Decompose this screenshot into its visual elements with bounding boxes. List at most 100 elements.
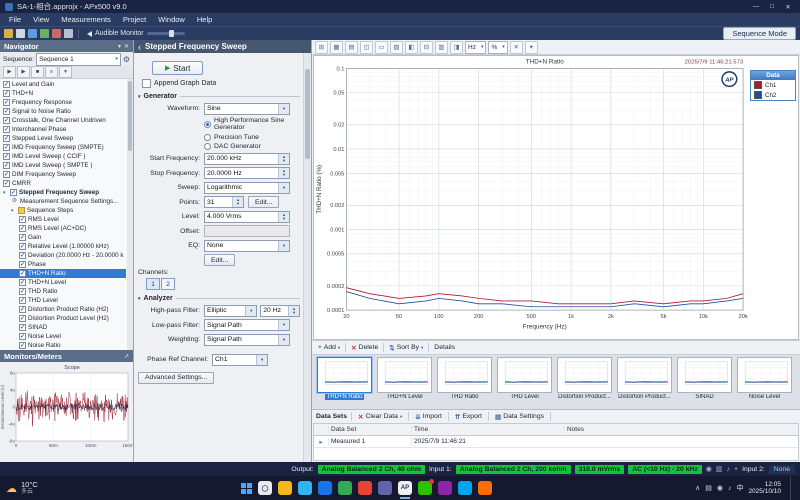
taskbar-app-icon-10[interactable]: [458, 481, 472, 495]
tree-item[interactable]: ✓Noise Level: [0, 332, 126, 341]
menu-file[interactable]: File: [3, 14, 27, 25]
low-pass-filter-select[interactable]: Signal Path ▾: [204, 319, 290, 331]
spinner-down-icon[interactable]: ▾: [293, 311, 295, 315]
checkbox[interactable]: ✓: [19, 243, 26, 250]
taskbar-app-icon-2[interactable]: [298, 481, 312, 495]
statusbar-icon-2[interactable]: ♪: [726, 466, 730, 473]
spinner-down-icon[interactable]: ▾: [237, 202, 239, 206]
tree-scrollbar[interactable]: [127, 79, 133, 350]
taskbar-app-icon-11[interactable]: [478, 481, 492, 495]
expander-icon[interactable]: ▾: [3, 190, 8, 196]
tree-item[interactable]: ✓CMRR: [0, 179, 126, 188]
tree-item[interactable]: ⚙Measurement Sequence Settings...: [0, 197, 126, 206]
tray-icon-1[interactable]: ▤: [705, 484, 712, 492]
toolbar-icon-0[interactable]: [4, 29, 13, 38]
generator-section-header[interactable]: ▾ Generator: [138, 93, 300, 100]
checkbox[interactable]: ✓: [19, 270, 26, 277]
checkbox[interactable]: ✓: [19, 261, 26, 268]
weather-widget[interactable]: ☁ 10°C 多云: [6, 481, 38, 496]
tree-item[interactable]: ✓THD Level: [0, 296, 126, 305]
checkbox[interactable]: ✓: [19, 279, 26, 286]
sweep-select[interactable]: Logarithmic ▾: [204, 182, 290, 194]
sort-by-button[interactable]: ⇅Sort By▾: [387, 344, 425, 352]
expander-icon[interactable]: ▾: [11, 208, 16, 214]
tree-item[interactable]: ✓THD+N Ratio: [0, 269, 126, 278]
eq-edit-button[interactable]: Edit...: [204, 254, 235, 266]
graph-thumbnail[interactable]: Noise Level: [736, 357, 793, 407]
toolbar-icon-1[interactable]: [16, 29, 25, 38]
channel-1-button[interactable]: 1: [146, 278, 160, 290]
import-button[interactable]: ⇊Import: [413, 413, 444, 421]
menu-measurements[interactable]: Measurements: [55, 14, 117, 25]
transport-button-1[interactable]: ▶: [17, 66, 30, 78]
phase-ref-channel-select[interactable]: Ch1 ▾: [212, 354, 268, 366]
legend-item[interactable]: Ch1: [751, 80, 795, 90]
toolbar-icon-5[interactable]: [64, 29, 73, 38]
tree-item[interactable]: ✓DIM Frequency Sweep: [0, 170, 126, 179]
advanced-settings-button[interactable]: Advanced Settings...: [138, 372, 214, 384]
checkbox[interactable]: ✓: [3, 180, 10, 187]
checkbox[interactable]: ✓: [19, 288, 26, 295]
checkbox[interactable]: ✓: [3, 153, 10, 160]
checkbox[interactable]: ✓: [3, 144, 10, 151]
taskbar-app-icon-0[interactable]: ◯: [258, 481, 272, 495]
tray-icon-0[interactable]: ∧: [695, 484, 700, 492]
tree-scrollbar-thumb[interactable]: [128, 81, 132, 151]
graph-tool-end-icon-0[interactable]: ✕: [510, 41, 523, 54]
spinner-down-icon[interactable]: ▾: [283, 159, 285, 163]
navigator-pin-icon[interactable]: ▾: [118, 43, 121, 50]
measurement-scrollbar[interactable]: [303, 53, 311, 462]
checkbox[interactable]: ✓: [3, 126, 10, 133]
tray-icon-2[interactable]: ◉: [717, 484, 723, 492]
header-cell-time[interactable]: Time: [411, 426, 564, 433]
data-settings-button[interactable]: ▤Data Settings: [493, 413, 546, 421]
start-button[interactable]: [241, 483, 252, 494]
transport-button-2[interactable]: ■: [31, 66, 44, 78]
menu-view[interactable]: View: [27, 14, 55, 25]
channel-2-button[interactable]: 2: [161, 278, 175, 290]
checkbox[interactable]: ✓: [19, 225, 26, 232]
checkbox[interactable]: ✓: [3, 135, 10, 142]
header-cell-notes[interactable]: Notes: [564, 426, 798, 433]
checkbox[interactable]: ✓: [3, 108, 10, 115]
tree-item[interactable]: ✓THD+N Level: [0, 278, 126, 287]
statusbar-icon-0[interactable]: ◉: [706, 465, 712, 473]
tree-item[interactable]: ✓THD+N: [0, 89, 126, 98]
dac-generator-radio[interactable]: [204, 143, 211, 150]
graph-tool-icon-4[interactable]: ▭: [375, 41, 388, 54]
tree-item[interactable]: ✓Interchannel Phase: [0, 125, 126, 134]
checkbox[interactable]: ✓: [3, 162, 10, 169]
tree-item[interactable]: ✓Crosstalk, One Channel Undriven: [0, 116, 126, 125]
sequence-settings-icon[interactable]: ⚙: [123, 55, 130, 64]
tree-item[interactable]: ▾✓Stepped Frequency Sweep: [0, 188, 126, 197]
graph-tool-icon-2[interactable]: ▤: [345, 41, 358, 54]
clear-data-button[interactable]: ✕Clear Data▾: [356, 413, 404, 421]
tree-item[interactable]: ✓Distortion Product Ratio (H2): [0, 305, 126, 314]
sequence-mode-button[interactable]: Sequence Mode: [723, 27, 796, 40]
graph-tool-end-icon-1[interactable]: ▾: [525, 41, 538, 54]
taskbar-app-icon-4[interactable]: [338, 481, 352, 495]
checkbox[interactable]: ✓: [3, 99, 10, 106]
tree-item[interactable]: ✓IMD Frequency Sweep (SMPTE): [0, 143, 126, 152]
high-performance-sine-radio[interactable]: [204, 121, 211, 128]
transport-button-0[interactable]: ▶: [3, 66, 16, 78]
precision-tune-radio[interactable]: [204, 134, 211, 141]
checkbox[interactable]: ✓: [19, 234, 26, 241]
taskbar-app-icon-7[interactable]: AP: [398, 481, 412, 495]
maximize-button[interactable]: □: [765, 3, 779, 11]
tree-item[interactable]: ✓Noise Ratio: [0, 341, 126, 350]
checkbox[interactable]: ✓: [3, 90, 10, 97]
add-button[interactable]: +Add▾: [316, 344, 342, 351]
volume-slider[interactable]: [147, 32, 185, 35]
tree-item[interactable]: ✓Stepped Level Sweep: [0, 134, 126, 143]
taskbar-app-icon-3[interactable]: [318, 481, 332, 495]
graph-tool-icon-8[interactable]: ▥: [435, 41, 448, 54]
graph-thumbnail[interactable]: Distortion Product...: [556, 357, 613, 407]
tree-item[interactable]: ✓THD Ratio: [0, 287, 126, 296]
graph-thumbnail[interactable]: THD Ratio: [436, 357, 493, 407]
tree-item[interactable]: ✓Level and Gain: [0, 80, 126, 89]
header-cell-data-set[interactable]: Data Set: [328, 426, 411, 433]
taskbar-app-icon-1[interactable]: [278, 481, 292, 495]
statusbar-icon-1[interactable]: ▥: [716, 465, 723, 473]
level-input[interactable]: 4.000 Vrms ▴▾: [204, 211, 290, 223]
